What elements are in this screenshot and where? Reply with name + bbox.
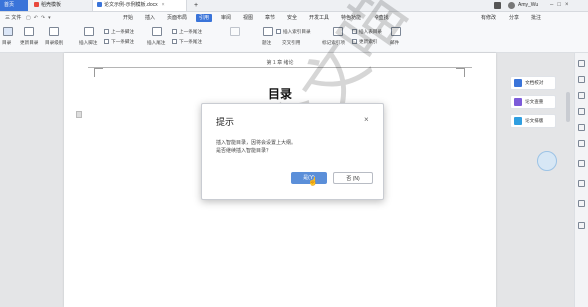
avatar[interactable] — [508, 2, 515, 9]
prev-footnote-icon — [104, 29, 109, 34]
quick-access-icons[interactable]: ▢↶↷▾ — [26, 15, 54, 21]
comment-button[interactable]: 批注 — [528, 14, 544, 22]
dialog-cancel-button[interactable]: 否 (N) — [333, 172, 373, 184]
proofread-icon — [514, 79, 522, 87]
caption-button[interactable]: 题注 — [262, 40, 271, 46]
tab-close-icon[interactable]: × — [162, 2, 165, 8]
tab-page-layout[interactable]: 页面布局 — [164, 14, 190, 22]
tab-developer[interactable]: 开发工具 — [306, 14, 332, 22]
disabled-tool-icon — [230, 27, 240, 36]
table-tool-icon[interactable] — [578, 124, 585, 131]
toc-level-button[interactable]: 目录级别 — [45, 40, 63, 46]
prev-endnote-label: 上一条尾注 — [179, 29, 202, 34]
dialog-close-icon[interactable]: × — [364, 115, 369, 124]
cross-reference-button[interactable]: 交叉引用 — [282, 40, 300, 46]
side-item-plagiarism-label: 论文查重 — [525, 99, 544, 104]
chart-tool-icon[interactable] — [578, 140, 585, 147]
update-toc-icon[interactable] — [24, 27, 34, 36]
margin-corner-mark — [94, 68, 103, 77]
window-controls[interactable]: –□× — [550, 0, 572, 11]
paragraph-icon — [76, 111, 82, 118]
prompt-dialog[interactable]: 提示 × 插入智能目录，因将会设置上大纲。 是否继续插入智能目录？ 是(Y) ☝… — [201, 103, 384, 200]
prev-endnote-icon — [172, 29, 177, 34]
caption-icon[interactable] — [263, 27, 273, 36]
dialog-message-line2: 是否继续插入智能目录？ — [216, 148, 272, 154]
tab-home-label: 首页 — [4, 2, 15, 8]
prev-endnote-button[interactable]: 上一条尾注 — [172, 29, 202, 35]
margin-corner-mark — [456, 68, 465, 77]
index-toc-icon — [276, 29, 281, 34]
dialog-title: 提示 — [216, 117, 235, 127]
more-tool-icon[interactable] — [578, 200, 585, 207]
revision-status[interactable]: 有修改 — [478, 14, 499, 22]
toc-icon[interactable] — [3, 27, 13, 36]
docer-icon — [34, 2, 39, 7]
tab-document[interactable]: 论文示例-示例模板.docx × — [92, 0, 187, 11]
style-tool-icon[interactable] — [578, 76, 585, 83]
next-footnote-label: 下一条脚注 — [111, 39, 134, 44]
footnote-icon[interactable] — [84, 27, 94, 36]
ribbon-toolbar: 目录 更新目录 目录级别 插入脚注 上一条脚注 下一条脚注 插入尾注 上一条尾注… — [0, 24, 588, 53]
dialog-message-line1: 插入智能目录，因将会设置上大纲。 — [216, 140, 297, 146]
tab-document-label: 论文示例-示例模板.docx — [104, 2, 158, 8]
update-toc-button[interactable]: 更新目录 — [20, 40, 38, 46]
shape-tool-icon[interactable] — [578, 92, 585, 99]
tab-insert[interactable]: 插入 — [142, 14, 158, 22]
page-header: 第 1 章 绪论 — [266, 60, 294, 66]
side-item-plagiarism[interactable]: 论文查重 — [510, 95, 556, 109]
prev-footnote-label: 上一条脚注 — [111, 29, 134, 34]
tab-start[interactable]: 开始 — [120, 14, 136, 22]
side-item-proofread[interactable]: 文档校对 — [510, 76, 556, 90]
user-name[interactable]: Amy_Wu — [518, 0, 538, 11]
next-endnote-label: 下一条尾注 — [179, 39, 202, 44]
window-layout-icon[interactable] — [494, 2, 501, 9]
next-endnote-icon — [172, 39, 177, 44]
cursor-tool-icon[interactable] — [578, 60, 585, 67]
toc-level-icon[interactable] — [49, 27, 59, 36]
ribbon-menu-bar: 三 文件 ▢↶↷▾ 开始 插入 页面布局 引用 审阅 视图 章节 安全 开发工具… — [0, 12, 588, 24]
file-menu[interactable]: 三 文件 — [2, 14, 24, 22]
mouse-cursor-icon: ☝ — [308, 177, 318, 186]
header-line — [88, 67, 472, 68]
next-footnote-button[interactable]: 下一条脚注 — [104, 39, 134, 45]
insert-index-toc-button[interactable]: 插入索引目录 — [276, 29, 311, 35]
tab-home[interactable]: 首页 — [0, 0, 28, 11]
tab-docer[interactable]: 稻壳模板 — [30, 0, 90, 11]
arrow-tool-icon[interactable] — [578, 108, 585, 115]
new-tab-label: + — [194, 2, 199, 9]
edit-tool-icon[interactable] — [578, 160, 585, 167]
side-item-proofread-label: 文档校对 — [525, 80, 544, 85]
tab-chapter[interactable]: 章节 — [262, 14, 278, 22]
tab-docer-label: 稻壳模板 — [41, 2, 62, 8]
endnote-icon[interactable] — [152, 27, 162, 36]
next-endnote-button[interactable]: 下一条尾注 — [172, 39, 202, 45]
prev-footnote-button[interactable]: 上一条脚注 — [104, 29, 134, 35]
next-footnote-icon — [104, 39, 109, 44]
help-tool-icon[interactable] — [578, 222, 585, 229]
tab-references[interactable]: 引用 — [196, 14, 213, 22]
window-tab-bar: 首页 稻壳模板 论文示例-示例模板.docx × + Amy_Wu –□× — [0, 0, 588, 12]
lock-tool-icon[interactable] — [578, 180, 585, 187]
tab-review[interactable]: 审阅 — [218, 14, 234, 22]
toc-button[interactable]: 目录 — [2, 40, 11, 46]
tab-view[interactable]: 视图 — [240, 14, 256, 22]
formatting-icon — [514, 117, 522, 125]
close-window-icon[interactable]: × — [565, 2, 573, 8]
maximize-icon[interactable]: □ — [557, 2, 565, 8]
assistant-avatar-icon[interactable] — [537, 151, 557, 171]
scrollbar-thumb[interactable] — [566, 92, 570, 122]
insert-endnote-button[interactable]: 插入尾注 — [147, 40, 165, 46]
side-item-formatting-label: 论文排版 — [525, 118, 544, 123]
share-button[interactable]: 分享 — [506, 14, 522, 22]
new-tab-button[interactable]: + — [190, 0, 202, 11]
insert-index-toc-label: 插入索引目录 — [283, 29, 311, 34]
plagiarism-icon — [514, 98, 522, 106]
side-item-formatting[interactable]: 论文排版 — [510, 114, 556, 128]
word-doc-icon — [97, 2, 102, 7]
insert-footnote-button[interactable]: 插入脚注 — [79, 40, 97, 46]
tab-security[interactable]: 安全 — [284, 14, 300, 22]
